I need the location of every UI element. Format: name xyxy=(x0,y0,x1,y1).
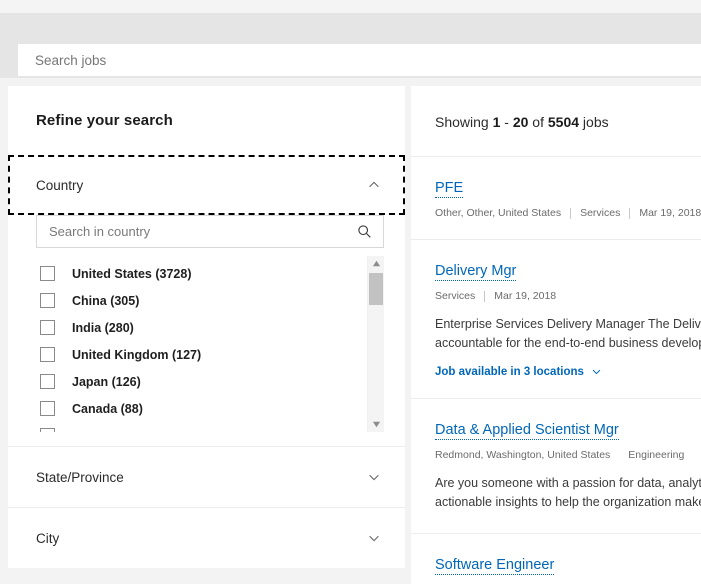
job-description: Are you someone with a passion for data,… xyxy=(435,474,701,513)
chevron-up-icon xyxy=(367,178,381,192)
checkbox[interactable] xyxy=(40,374,55,389)
country-option-row[interactable]: Japan (126) xyxy=(36,368,366,395)
country-option-row[interactable]: United Kingdom (127) xyxy=(36,341,366,368)
search-jobs-input[interactable] xyxy=(19,45,701,75)
accordion-country-header[interactable]: Country xyxy=(8,155,405,215)
job-description-line: accountable for the end-to-end business … xyxy=(435,334,701,353)
triangle-down-icon[interactable] xyxy=(368,417,384,432)
chevron-down-icon xyxy=(367,470,381,484)
job-date: Mar 19, 2018 xyxy=(494,290,556,302)
sidebar-title: Refine your search xyxy=(8,86,405,155)
country-option-row[interactable]: Canada (88) xyxy=(36,395,366,422)
triangle-up-icon[interactable] xyxy=(368,256,384,271)
accordion-state-province-header[interactable]: State/Province xyxy=(8,447,405,507)
job-date: Mar 19, 2018 xyxy=(639,207,701,219)
accordion-country: Country xyxy=(8,155,405,446)
country-list-scrollbar[interactable] xyxy=(367,256,384,432)
results-suffix: jobs xyxy=(579,114,609,130)
checkbox[interactable] xyxy=(40,401,55,416)
country-options-scroll-area[interactable]: United States (3728) China (305) India (… xyxy=(36,254,384,432)
job-description: Enterprise Services Delivery Manager The… xyxy=(435,315,701,354)
country-search-field[interactable] xyxy=(36,215,384,248)
accordion-country-label: Country xyxy=(36,178,83,193)
checkbox[interactable] xyxy=(40,320,55,335)
job-locations-label: Job available in 3 locations xyxy=(435,366,584,378)
country-option-row[interactable]: China (305) xyxy=(36,287,366,314)
country-option-label: China (305) xyxy=(72,294,139,308)
checkbox[interactable] xyxy=(40,266,55,281)
job-results-panel: Showing 1 - 20 of 5504 jobs PFE Other, O… xyxy=(411,86,701,584)
job-location: Other, Other, United States xyxy=(435,207,561,219)
meta-separator xyxy=(570,208,571,219)
job-card: PFE Other, Other, United States Services… xyxy=(411,156,701,239)
checkbox[interactable] xyxy=(40,347,55,362)
job-locations-toggle[interactable]: Job available in 3 locations xyxy=(435,366,701,378)
job-location: Redmond, Washington, United States xyxy=(435,449,610,461)
job-card: Data & Applied Scientist Mgr Redmond, Wa… xyxy=(411,398,701,533)
accordion-city: City xyxy=(8,507,405,568)
country-option-label: United States (3728) xyxy=(72,267,191,281)
job-meta: Services Mar 19, 2018 xyxy=(435,290,701,302)
accordion-city-header[interactable]: City xyxy=(8,508,405,568)
job-category: Engineering xyxy=(628,449,684,461)
main-content: Refine your search Country xyxy=(0,78,701,584)
results-count-header: Showing 1 - 20 of 5504 jobs xyxy=(411,86,701,156)
scrollbar-thumb[interactable] xyxy=(369,273,383,305)
meta-separator xyxy=(484,291,485,302)
country-option-label: Canada (88) xyxy=(72,402,143,416)
results-total: 5504 xyxy=(548,114,579,130)
job-title-link[interactable]: Software Engineer xyxy=(435,557,554,575)
job-title-link[interactable]: PFE xyxy=(435,180,463,198)
country-option-row[interactable]: United States (3728) xyxy=(36,260,366,287)
job-title-link[interactable]: Data & Applied Scientist Mgr xyxy=(435,422,619,440)
search-jobs-field-wrap[interactable] xyxy=(18,44,701,76)
country-option-label: Japan (126) xyxy=(72,375,141,389)
job-search-page: Refine your search Country xyxy=(0,0,701,584)
job-description-line: Enterprise Services Delivery Manager The… xyxy=(435,315,701,334)
job-description-line: actionable insights to help the organiza… xyxy=(435,493,701,512)
country-options-list: United States (3728) China (305) India (… xyxy=(36,254,366,432)
accordion-state-province-label: State/Province xyxy=(36,470,124,485)
country-option-label: India (280) xyxy=(72,321,134,335)
job-description-line: Are you someone with a passion for data,… xyxy=(435,474,701,493)
accordion-city-label: City xyxy=(36,531,59,546)
results-prefix: Showing xyxy=(435,114,493,130)
results-of: of xyxy=(528,114,547,130)
country-search-input[interactable] xyxy=(37,215,351,248)
search-icon xyxy=(357,224,372,239)
checkbox[interactable] xyxy=(40,428,55,432)
top-filler xyxy=(0,0,701,13)
search-band xyxy=(0,13,701,78)
job-category: Services xyxy=(580,207,620,219)
country-filter-panel: United States (3728) China (305) India (… xyxy=(8,215,405,446)
country-option-label: United Kingdom (127) xyxy=(72,348,201,362)
job-card: Delivery Mgr Services Mar 19, 2018 Enter… xyxy=(411,239,701,398)
country-option-row[interactable]: India (280) xyxy=(36,314,366,341)
refine-search-sidebar: Refine your search Country xyxy=(8,86,405,568)
job-card: Software Engineer xyxy=(411,533,701,584)
chevron-down-icon xyxy=(591,366,602,377)
job-title-link[interactable]: Delivery Mgr xyxy=(435,263,516,281)
accordion-state-province: State/Province xyxy=(8,446,405,507)
country-option-row[interactable] xyxy=(36,422,366,432)
results-dash: - xyxy=(500,114,512,130)
results-range-end: 20 xyxy=(513,114,529,130)
meta-separator xyxy=(629,208,630,219)
chevron-down-icon xyxy=(367,531,381,545)
job-category: Services xyxy=(435,290,475,302)
job-meta: Redmond, Washington, United States Engin… xyxy=(435,449,701,461)
job-meta: Other, Other, United States Services Mar… xyxy=(435,207,701,219)
checkbox[interactable] xyxy=(40,293,55,308)
